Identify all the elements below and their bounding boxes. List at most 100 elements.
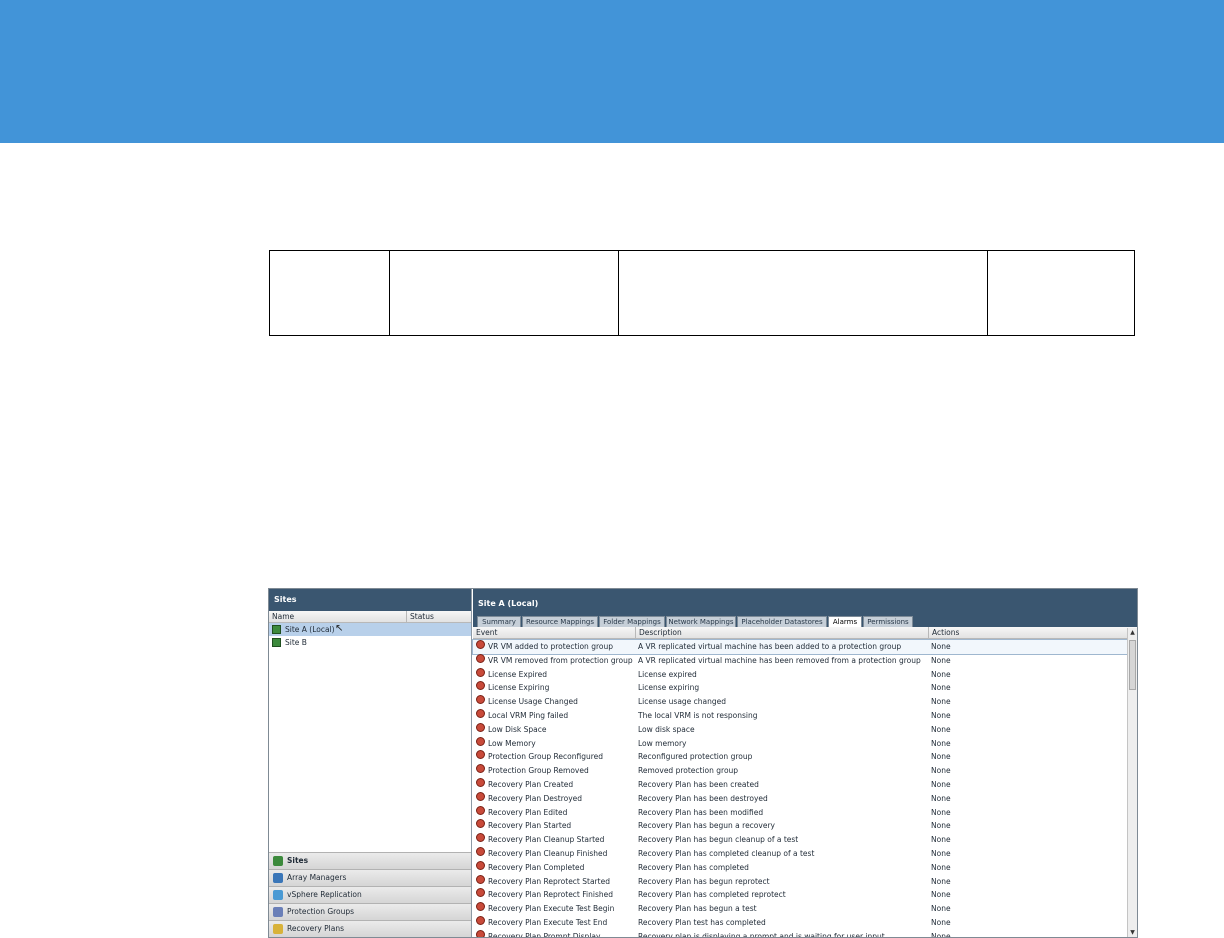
alarm-event: Protection Group Removed — [488, 766, 589, 776]
column-header-name[interactable]: Name — [272, 611, 294, 622]
alarm-icon — [476, 722, 485, 732]
nav-item-vsphere-replication[interactable]: vSphere Replication — [269, 886, 471, 903]
srm-screenshot: Sites Name Status Site A (Local) ↖ Site … — [268, 588, 1138, 938]
navigation-list: Sites Array Managers vSphere Replication… — [269, 852, 471, 937]
column-header-description[interactable]: Description — [635, 627, 929, 638]
alarm-description: Recovery Plan has begun cleanup of a tes… — [638, 835, 799, 845]
alarm-action: None — [931, 904, 951, 914]
alarm-event: Recovery Plan Reprotect Started — [488, 876, 610, 886]
alarm-row[interactable]: Recovery Plan Cleanup Finished Recovery P… — [473, 846, 1127, 861]
alarm-action: None — [931, 821, 951, 831]
alarm-row[interactable]: Recovery Plan Execute Test Begin Recovery… — [473, 902, 1127, 916]
alarm-icon — [476, 667, 485, 677]
alarm-icon — [476, 915, 485, 925]
alarm-action: None — [931, 931, 951, 938]
alarm-row[interactable]: Recovery Plan Execute Test End Recovery P… — [473, 915, 1127, 930]
alarm-row[interactable]: Recovery Plan Created Recovery Plan has b… — [473, 777, 1127, 792]
nav-label: Protection Groups — [287, 907, 355, 916]
site-row-site-a[interactable]: Site A (Local) ↖ — [269, 623, 471, 636]
alarm-row[interactable]: Recovery Plan Prompt Display Recovery pla… — [473, 929, 1127, 938]
array-managers-icon — [273, 873, 283, 883]
alarm-action: None — [931, 917, 951, 927]
alarm-row[interactable]: Local VRM Ping failed The local VRM is no… — [473, 708, 1127, 723]
alarm-event: Recovery Plan Started — [488, 821, 572, 831]
empty-table — [269, 250, 1135, 336]
tab-alarms[interactable]: Alarms — [828, 616, 862, 627]
alarm-row[interactable]: Recovery Plan Started Recovery Plan has b… — [473, 819, 1127, 833]
alarm-row[interactable]: Low Disk Space Low disk space None — [473, 722, 1127, 737]
alarm-row[interactable]: Recovery Plan Cleanup Started Recovery Pl… — [473, 833, 1127, 847]
scroll-down-icon[interactable]: ▼ — [1128, 928, 1137, 937]
column-header-actions[interactable]: Actions — [928, 627, 1122, 638]
alarm-event: Low Disk Space — [488, 724, 547, 734]
alarm-action: None — [931, 642, 951, 651]
alarm-icon — [476, 805, 485, 815]
nav-label: Recovery Plans — [287, 924, 345, 933]
alarm-icon — [476, 653, 485, 663]
nav-label: vSphere Replication — [287, 890, 362, 899]
alarm-description: Low disk space — [638, 724, 695, 734]
tab-network-mappings[interactable]: Network Mappings — [666, 616, 736, 627]
alarm-action: None — [931, 655, 951, 665]
column-header-event[interactable]: Event — [473, 627, 635, 638]
alarm-icon — [476, 819, 485, 829]
alarm-row[interactable]: Low Memory Low memory None — [473, 736, 1127, 751]
nav-item-protection-groups[interactable]: Protection Groups — [269, 903, 471, 920]
alarm-row[interactable]: VR VM added to protection group A VR repl… — [472, 639, 1128, 655]
alarm-icon — [476, 750, 485, 760]
nav-item-sites[interactable]: Sites — [269, 852, 471, 869]
nav-item-array-managers[interactable]: Array Managers — [269, 869, 471, 886]
alarm-icon — [476, 833, 485, 843]
tab-placeholder-datastores[interactable]: Placeholder Datastores — [737, 616, 827, 627]
alarm-description: Recovery Plan has completed reprotect — [638, 890, 786, 900]
alarm-row[interactable]: Recovery Plan Reprotect Finished Recovery… — [473, 888, 1127, 902]
alarm-event: Local VRM Ping failed — [488, 710, 569, 720]
alarm-description: License expiring — [638, 683, 700, 693]
detail-panel: Site A (Local) Summary Resource Mappings… — [472, 589, 1137, 938]
alarm-icon — [476, 695, 485, 705]
tab-folder-mappings[interactable]: Folder Mappings — [599, 616, 665, 627]
alarm-row[interactable]: Recovery Plan Completed Recovery Plan has… — [473, 860, 1127, 875]
site-icon — [272, 638, 281, 647]
tab-summary[interactable]: Summary — [477, 616, 521, 627]
alarm-row[interactable]: Protection Group Removed Removed protecti… — [473, 764, 1127, 778]
nav-label: Sites — [287, 856, 309, 865]
alarm-row[interactable]: Recovery Plan Reprotect Started Recovery … — [473, 874, 1127, 889]
nav-item-recovery-plans[interactable]: Recovery Plans — [269, 920, 471, 937]
alarm-description: A VR replicated virtual machine has been… — [638, 655, 921, 665]
alarm-row[interactable]: VR VM removed from protection group A VR … — [473, 653, 1127, 668]
alarm-row[interactable]: License Usage Changed License usage chang… — [473, 695, 1127, 709]
alarm-icon — [476, 860, 485, 870]
table-cell — [618, 250, 988, 336]
alarm-action: None — [931, 890, 951, 900]
protection-groups-icon — [273, 907, 283, 917]
alarm-event: Recovery Plan Edited — [488, 807, 568, 817]
alarm-event: VR VM added to protection group — [488, 642, 613, 651]
alarm-row[interactable]: License Expiring License expiring None — [473, 681, 1127, 695]
tab-permissions[interactable]: Permissions — [863, 616, 913, 627]
alarm-icon — [476, 902, 485, 912]
alarm-row[interactable]: Recovery Plan Destroyed Recovery Plan has… — [473, 791, 1127, 806]
sites-panel: Sites Name Status Site A (Local) ↖ Site … — [269, 589, 472, 937]
scroll-up-icon[interactable]: ▲ — [1128, 628, 1137, 637]
scroll-thumb[interactable] — [1129, 640, 1136, 690]
tab-resource-mappings[interactable]: Resource Mappings — [522, 616, 598, 627]
alarm-action: None — [931, 724, 951, 734]
alarm-row[interactable]: License Expired License expired None — [473, 667, 1127, 682]
column-header-status[interactable]: Status — [406, 611, 434, 622]
alarm-icon — [476, 791, 485, 801]
alarm-action: None — [931, 862, 951, 872]
alarm-event: VR VM removed from protection group — [488, 655, 633, 665]
vertical-scrollbar[interactable]: ▲ ▼ — [1127, 628, 1137, 937]
alarm-action: None — [931, 697, 951, 707]
alarm-description: Recovery Plan has begun reprotect — [638, 876, 770, 886]
alarm-icon — [476, 929, 485, 937]
alarm-action: None — [931, 848, 951, 858]
alarm-row[interactable]: Recovery Plan Edited Recovery Plan has be… — [473, 805, 1127, 820]
table-cell — [389, 250, 619, 336]
alarm-description: Recovery Plan has been destroyed — [638, 793, 768, 803]
alarm-event: Low Memory — [488, 738, 536, 748]
site-row-site-b[interactable]: Site B — [269, 636, 471, 649]
alarm-row[interactable]: Protection Group Reconfigured Reconfigure… — [473, 750, 1127, 764]
alarm-action: None — [931, 876, 951, 886]
